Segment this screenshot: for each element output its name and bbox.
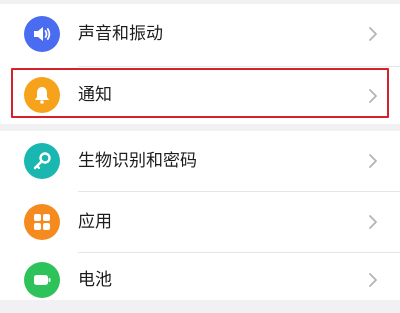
settings-item-notifications[interactable]: 通知: [0, 67, 400, 127]
settings-group-security-apps-battery: 生物识别和密码 应用 电池: [0, 131, 400, 300]
settings-item-label: 应用: [78, 212, 112, 232]
chevron-right-icon: [369, 154, 377, 168]
settings-item-label: 通知: [78, 85, 112, 105]
apps-grid-icon: [24, 204, 60, 240]
settings-item-label: 生物识别和密码: [78, 151, 197, 171]
settings-item-apps[interactable]: 应用: [0, 192, 400, 252]
bell-icon: [24, 77, 60, 113]
speaker-icon: [24, 16, 60, 52]
settings-item-battery[interactable]: 电池: [0, 253, 400, 313]
settings-item-biometrics[interactable]: 生物识别和密码: [0, 131, 400, 191]
battery-icon: [24, 262, 60, 298]
chevron-right-icon: [369, 89, 377, 103]
chevron-right-icon: [369, 273, 377, 287]
key-icon: [24, 143, 60, 179]
settings-group-sound-notifications: 声音和振动 通知: [0, 4, 400, 124]
settings-item-label: 声音和振动: [78, 24, 163, 44]
settings-item-sound[interactable]: 声音和振动: [0, 4, 400, 64]
settings-item-label: 电池: [78, 270, 112, 290]
chevron-right-icon: [369, 215, 377, 229]
chevron-right-icon: [369, 27, 377, 41]
